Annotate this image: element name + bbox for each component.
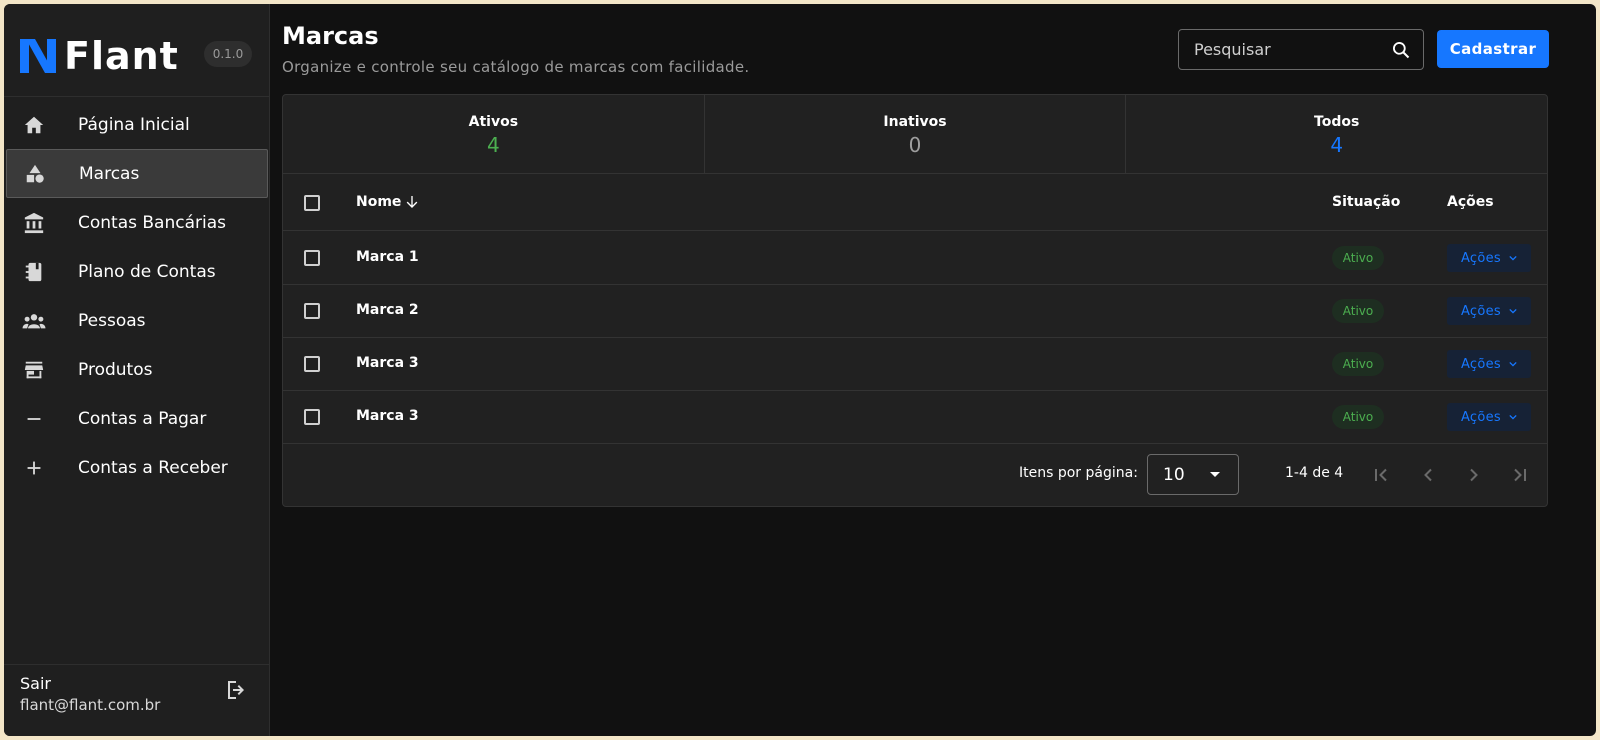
status-badge: Ativo — [1332, 246, 1384, 270]
brand-name: Flant — [64, 34, 179, 78]
row-checkbox[interactable] — [304, 356, 320, 372]
notebook-icon — [22, 260, 46, 284]
table-row: Marca 3 Ativo Ações — [283, 391, 1547, 444]
status-badge: Ativo — [1332, 352, 1384, 376]
sidebar-item-label: Contas a Receber — [78, 457, 228, 478]
brand-name: Marca 1 — [356, 249, 419, 265]
brand-name: Marca 2 — [356, 302, 419, 318]
actions-label: Ações — [1460, 356, 1502, 372]
items-per-page-label: Itens por página: — [1019, 465, 1138, 481]
actions-label: Ações — [1460, 303, 1502, 319]
pagination: Itens por página: 10 1-4 de 4 — [283, 444, 1547, 506]
stat-count: 0 — [908, 132, 922, 157]
chevron-down-icon — [1509, 361, 1517, 367]
sidebar: Flant 0.1.0 Página Inicial Marcas Contas… — [4, 4, 270, 736]
page-subtitle: Organize e controle seu catálogo de marc… — [282, 58, 750, 76]
actions-label: Ações — [1460, 250, 1502, 266]
sidebar-item-label: Produtos — [78, 359, 153, 380]
sidebar-item-pagina-inicial[interactable]: Página Inicial — [4, 100, 270, 149]
brand-name: Marca 3 — [356, 408, 419, 424]
sidebar-item-marcas[interactable]: Marcas — [6, 149, 268, 198]
divider — [4, 96, 270, 97]
row-checkbox[interactable] — [304, 250, 320, 266]
plus-icon — [22, 456, 46, 480]
page-title: Marcas — [282, 22, 379, 50]
version-badge: 0.1.0 — [204, 41, 252, 67]
sidebar-item-label: Contas Bancárias — [78, 212, 226, 233]
actions-dropdown[interactable]: Ações — [1447, 350, 1531, 378]
minus-icon — [22, 407, 46, 431]
column-situacao: Situação — [1332, 194, 1401, 210]
sidebar-item-plano-de-contas[interactable]: Plano de Contas — [4, 247, 270, 296]
chevron-down-icon — [1509, 414, 1517, 420]
items-per-page-select[interactable]: 10 — [1147, 454, 1239, 495]
column-acoes: Ações — [1447, 194, 1494, 210]
search-box — [1178, 29, 1424, 70]
table-row: Marca 3 Ativo Ações — [283, 338, 1547, 391]
row-checkbox[interactable] — [304, 303, 320, 319]
last-page-icon[interactable] — [1508, 463, 1532, 487]
row-checkbox[interactable] — [304, 409, 320, 425]
tab-ativos[interactable]: Ativos 4 — [283, 95, 705, 173]
arrow-down-icon — [407, 196, 418, 208]
table-header: Nome Situação Ações — [283, 175, 1547, 231]
stat-count: 4 — [1330, 132, 1344, 157]
actions-dropdown[interactable]: Ações — [1447, 244, 1531, 272]
brands-panel: Ativos 4 Inativos 0 Todos 4 Nome Situaçã… — [282, 94, 1548, 507]
sidebar-nav: Página Inicial Marcas Contas Bancárias P… — [4, 100, 270, 492]
search-icon[interactable] — [1391, 40, 1411, 60]
people-icon — [22, 309, 46, 333]
status-tabs: Ativos 4 Inativos 0 Todos 4 — [283, 95, 1547, 174]
tab-inativos[interactable]: Inativos 0 — [705, 95, 1127, 173]
logout-link[interactable]: Sair — [20, 674, 51, 693]
sidebar-item-contas-a-receber[interactable]: Contas a Receber — [4, 443, 270, 492]
logo-mark-icon — [20, 39, 56, 73]
select-all-checkbox[interactable] — [304, 195, 320, 211]
chevron-down-icon — [1509, 308, 1517, 314]
stat-label: Todos — [1314, 113, 1360, 130]
first-page-icon[interactable] — [1369, 463, 1393, 487]
brand-name: Marca 3 — [356, 355, 419, 371]
actions-dropdown[interactable]: Ações — [1447, 297, 1531, 325]
store-icon — [22, 358, 46, 382]
previous-page-icon[interactable] — [1416, 463, 1440, 487]
brand-logo: Flant — [20, 36, 179, 76]
shapes-icon — [23, 162, 47, 186]
stat-label: Inativos — [883, 113, 947, 130]
sidebar-item-label: Plano de Contas — [78, 261, 216, 282]
actions-label: Ações — [1460, 409, 1502, 425]
column-nome[interactable]: Nome — [356, 194, 420, 210]
sidebar-item-pessoas[interactable]: Pessoas — [4, 296, 270, 345]
next-page-icon[interactable] — [1462, 463, 1486, 487]
sidebar-item-contas-a-pagar[interactable]: Contas a Pagar — [4, 394, 270, 443]
search-input[interactable] — [1179, 40, 1369, 59]
page-range: 1-4 de 4 — [1285, 465, 1344, 481]
table-row: Marca 1 Ativo Ações — [283, 232, 1547, 285]
logout-icon[interactable] — [224, 678, 248, 702]
items-per-page-value: 10 — [1163, 465, 1185, 485]
stat-count: 4 — [486, 132, 500, 157]
divider — [4, 664, 270, 665]
create-button[interactable]: Cadastrar — [1437, 30, 1549, 68]
app-window: Flant 0.1.0 Página Inicial Marcas Contas… — [4, 4, 1596, 736]
user-email: flant@flant.com.br — [20, 696, 161, 714]
caret-down-icon — [1210, 472, 1220, 477]
column-label: Nome — [356, 194, 402, 210]
bank-icon — [22, 211, 46, 235]
stat-label: Ativos — [468, 113, 519, 130]
status-badge: Ativo — [1332, 299, 1384, 323]
status-badge: Ativo — [1332, 405, 1384, 429]
sidebar-item-label: Página Inicial — [78, 114, 190, 135]
actions-dropdown[interactable]: Ações — [1447, 403, 1531, 431]
sidebar-item-label: Contas a Pagar — [78, 408, 207, 429]
sidebar-item-label: Pessoas — [78, 310, 146, 331]
sidebar-item-label: Marcas — [79, 163, 140, 184]
sidebar-item-produtos[interactable]: Produtos — [4, 345, 270, 394]
chevron-down-icon — [1509, 255, 1517, 261]
sidebar-item-contas-bancarias[interactable]: Contas Bancárias — [4, 198, 270, 247]
home-icon — [22, 113, 46, 137]
tab-todos[interactable]: Todos 4 — [1126, 95, 1547, 173]
table-row: Marca 2 Ativo Ações — [283, 285, 1547, 338]
